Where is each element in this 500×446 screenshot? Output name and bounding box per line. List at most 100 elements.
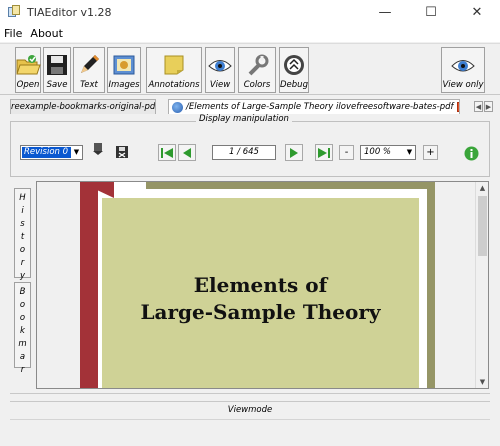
divider bbox=[10, 419, 490, 420]
debug-label: Debug bbox=[280, 80, 308, 90]
bookmarks-letter: a bbox=[19, 352, 26, 362]
open-button[interactable]: Open bbox=[15, 47, 41, 93]
menu-about[interactable]: About bbox=[26, 27, 67, 40]
bookmarks-letter: k bbox=[20, 326, 25, 336]
display-manipulation-title: Display manipulation bbox=[196, 114, 292, 124]
bookmarks-letter: o bbox=[19, 313, 26, 323]
save-button[interactable]: Save bbox=[43, 47, 71, 93]
vertical-scrollbar[interactable]: ▲ ▼ bbox=[475, 182, 488, 388]
debug-icon bbox=[281, 52, 307, 78]
last-page-icon bbox=[318, 147, 330, 158]
document-title: Elements of Large-Sample Theory bbox=[102, 272, 419, 326]
info-circle-icon bbox=[464, 146, 478, 160]
view-only-label: View only bbox=[442, 80, 484, 90]
scroll-down-icon[interactable]: ▼ bbox=[476, 376, 489, 388]
sticky-note-icon bbox=[161, 52, 187, 78]
history-letter: s bbox=[20, 219, 25, 229]
tab-scroll-right[interactable]: ▶ bbox=[484, 101, 493, 112]
page-input[interactable]: 1 / 645 bbox=[212, 145, 276, 160]
pencil-icon bbox=[76, 52, 102, 78]
zoom-select[interactable]: 100 % ▼ bbox=[360, 145, 416, 160]
text-label: Text bbox=[80, 80, 98, 90]
document-page: Elements of Large-Sample Theory bbox=[80, 182, 435, 388]
cover-right-stripe bbox=[427, 182, 435, 388]
first-page-button[interactable] bbox=[158, 144, 176, 161]
previous-page-button[interactable] bbox=[178, 144, 196, 161]
eye-icon bbox=[207, 52, 233, 78]
save-label: Save bbox=[46, 80, 68, 90]
cover-top-stripe bbox=[146, 182, 435, 189]
bookmarks-letter: r bbox=[20, 365, 25, 375]
tab-label: reexample-bookmarks-original-pdf bbox=[11, 102, 156, 112]
app-icon bbox=[7, 5, 21, 19]
scroll-up-icon[interactable]: ▲ bbox=[476, 182, 489, 194]
chevron-down-icon: ▼ bbox=[73, 148, 80, 156]
tab-bookmarks-original[interactable]: reexample-bookmarks-original-pdf ✕ bbox=[10, 99, 156, 114]
bookmarks-letter: B bbox=[19, 287, 26, 297]
folder-open-icon bbox=[15, 52, 41, 78]
minimize-button[interactable]: — bbox=[362, 0, 408, 24]
cover-left-stripe bbox=[80, 182, 98, 388]
colors-label: Colors bbox=[243, 80, 271, 90]
close-button[interactable]: ✕ bbox=[454, 0, 500, 24]
history-letter: r bbox=[20, 258, 25, 268]
next-icon bbox=[290, 147, 298, 158]
document-title-line2: Large-Sample Theory bbox=[140, 300, 381, 324]
image-icon bbox=[111, 52, 137, 78]
next-page-button[interactable] bbox=[285, 144, 303, 161]
history-letter: t bbox=[20, 232, 25, 242]
annotations-button[interactable]: Annotations bbox=[146, 47, 202, 93]
view-label: View bbox=[209, 80, 231, 90]
maximize-button[interactable]: ☐ bbox=[408, 0, 454, 24]
title-bar: TIAEditor v1.28 — ☐ ✕ bbox=[0, 0, 500, 24]
scroll-thumb[interactable] bbox=[478, 196, 487, 256]
delete-revision-button[interactable] bbox=[115, 145, 129, 159]
tab-large-sample-theory[interactable]: /Elements of Large-Sample Theory ilovefr… bbox=[168, 99, 460, 114]
view-button[interactable]: View bbox=[205, 47, 235, 93]
document-tabs: reexample-bookmarks-original-pdf ✕ /Elem… bbox=[0, 98, 500, 114]
history-letter: o bbox=[19, 245, 26, 255]
open-label: Open bbox=[16, 80, 40, 90]
zoom-in-button[interactable]: + bbox=[423, 145, 438, 160]
pin-revision-button[interactable] bbox=[91, 139, 105, 156]
history-letter: i bbox=[21, 206, 24, 216]
annotations-label: Annotations bbox=[148, 80, 200, 90]
bookmarks-letter: o bbox=[19, 300, 26, 310]
tab-scroll-left[interactable]: ◀ bbox=[474, 101, 483, 112]
document-viewer[interactable]: Elements of Large-Sample Theory bbox=[36, 181, 489, 389]
history-letter: H bbox=[19, 193, 26, 203]
status-bar: Viewmode bbox=[10, 401, 490, 419]
close-icon[interactable]: ✕ bbox=[456, 102, 459, 112]
globe-icon bbox=[172, 101, 183, 113]
eye-icon bbox=[450, 52, 476, 78]
history-side-tab[interactable]: H i s t o r y bbox=[14, 188, 31, 281]
chevron-down-icon: ▼ bbox=[406, 148, 413, 156]
previous-icon bbox=[183, 147, 191, 158]
status-mode: Viewmode bbox=[227, 405, 273, 415]
zoom-value: 100 % bbox=[364, 147, 392, 157]
revision-select[interactable]: Revision 0 ▼ bbox=[20, 145, 83, 160]
colors-button[interactable]: Colors bbox=[238, 47, 276, 93]
debug-button[interactable]: Debug bbox=[279, 47, 309, 93]
menu-bar: File About bbox=[0, 24, 500, 42]
disk-delete-icon bbox=[116, 146, 128, 158]
first-page-icon bbox=[161, 147, 173, 158]
zoom-out-button[interactable]: - bbox=[339, 145, 354, 160]
cover-corner bbox=[80, 182, 114, 198]
last-page-button[interactable] bbox=[315, 144, 333, 161]
menu-file[interactable]: File bbox=[0, 27, 26, 40]
images-button[interactable]: Images bbox=[107, 47, 141, 93]
bookmarks-letter: m bbox=[18, 339, 27, 349]
text-button[interactable]: Text bbox=[73, 47, 105, 93]
apply-button[interactable] bbox=[463, 145, 479, 161]
bookmarks-side-tab[interactable]: B o o k m a r bbox=[14, 282, 31, 375]
floppy-disk-icon bbox=[44, 52, 70, 78]
wrench-icon bbox=[244, 52, 270, 78]
document-title-line1: Elements of bbox=[193, 273, 328, 297]
toolbar: Open Save Text Images Annotations View C… bbox=[0, 43, 500, 95]
revision-value: Revision 0 bbox=[22, 147, 71, 158]
window-title: TIAEditor v1.28 bbox=[27, 5, 112, 19]
pin-icon bbox=[93, 142, 103, 155]
images-label: Images bbox=[108, 80, 140, 90]
view-only-button[interactable]: View only bbox=[441, 47, 485, 93]
